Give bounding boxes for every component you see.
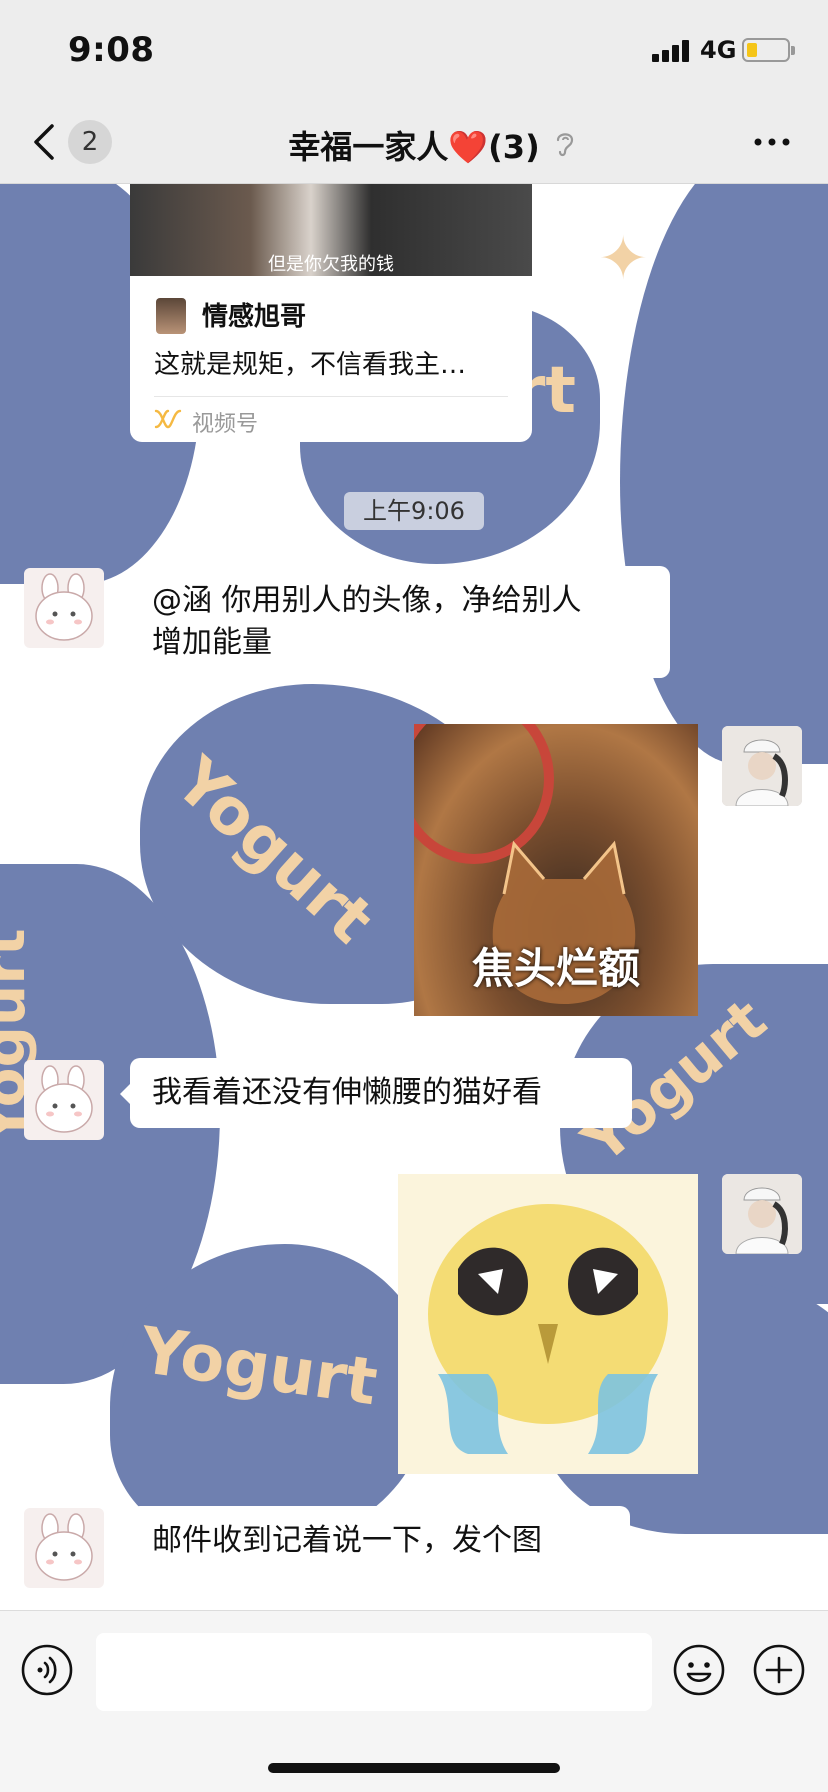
plus-icon[interactable] [752, 1643, 806, 1697]
emoji-icon[interactable] [672, 1643, 726, 1697]
signal-icon [652, 40, 692, 62]
more-dots-icon[interactable] [752, 124, 792, 160]
sticker-image[interactable]: 焦头烂额 [414, 724, 698, 1016]
avatar[interactable] [24, 1060, 104, 1140]
video-card[interactable]: 但是你欠我的钱 情感旭哥 这就是规矩，不信看我主… 视频号 [130, 184, 532, 442]
sticker-caption: 焦头烂额 [471, 944, 640, 993]
message-bubble[interactable]: 我看着还没有伸懒腰的猫好看 [120, 1058, 632, 1128]
girl-avatar-icon [722, 726, 802, 806]
message-timestamp: 上午9:06 [344, 492, 484, 530]
status-time: 9:08 [68, 30, 155, 70]
girl-avatar-icon [722, 1174, 802, 1254]
avatar[interactable] [722, 1174, 802, 1254]
crying-face-icon [428, 1204, 668, 1454]
status-bar: 9:08 4G [0, 0, 828, 100]
message-text: @涵 你用别人的头像，净给别人 [152, 583, 582, 618]
chat-title-text: 幸福一家人 [288, 128, 449, 166]
voice-icon[interactable] [20, 1643, 74, 1697]
video-thumbnail[interactable]: 但是你欠我的钱 [130, 184, 532, 276]
divider [154, 396, 508, 397]
message-input[interactable] [96, 1633, 652, 1711]
input-bar [0, 1610, 828, 1792]
message-text: 邮件收到记着说一下，发个图 [152, 1523, 542, 1558]
heart-emoji: ❤️ [448, 128, 489, 166]
video-description: 这就是规矩，不信看我主… [154, 350, 467, 380]
video-subtitle: 但是你欠我的钱 [268, 254, 394, 275]
video-author-avatar [156, 298, 186, 334]
avatar[interactable] [24, 1508, 104, 1588]
bunny-avatar-icon [35, 1513, 93, 1581]
battery-icon [742, 38, 795, 62]
chat-header: 2 幸福一家人❤️(3) [0, 100, 828, 184]
avatar[interactable] [24, 568, 104, 648]
bunny-avatar-icon [35, 1065, 93, 1133]
ear-icon [556, 133, 574, 157]
home-indicator[interactable] [268, 1763, 560, 1773]
message-text: 增加能量 [152, 625, 272, 660]
chat-title: 幸福一家人❤️(3) [0, 122, 828, 168]
video-author: 情感旭哥 [202, 302, 307, 332]
star-decoration: ✦ [598, 224, 649, 294]
avatar[interactable] [722, 726, 802, 806]
video-source: 视频号 [192, 412, 259, 437]
channels-logo-icon [154, 409, 182, 429]
bunny-avatar-icon [35, 573, 93, 641]
crying-emoji-sticker[interactable] [398, 1174, 698, 1474]
network-type: 4G [700, 36, 737, 64]
member-count: (3) [488, 128, 540, 166]
message-text: 我看着还没有伸懒腰的猫好看 [152, 1075, 542, 1110]
message-bubble[interactable]: @涵 你用别人的头像，净给别人 增加能量 [120, 566, 670, 678]
message-bubble[interactable]: 邮件收到记着说一下，发个图 [120, 1506, 630, 1576]
chat-area[interactable]: Yogurt Yogurt Yogurt Yogurt Yogurt ✦ 但是你… [0, 184, 828, 1610]
